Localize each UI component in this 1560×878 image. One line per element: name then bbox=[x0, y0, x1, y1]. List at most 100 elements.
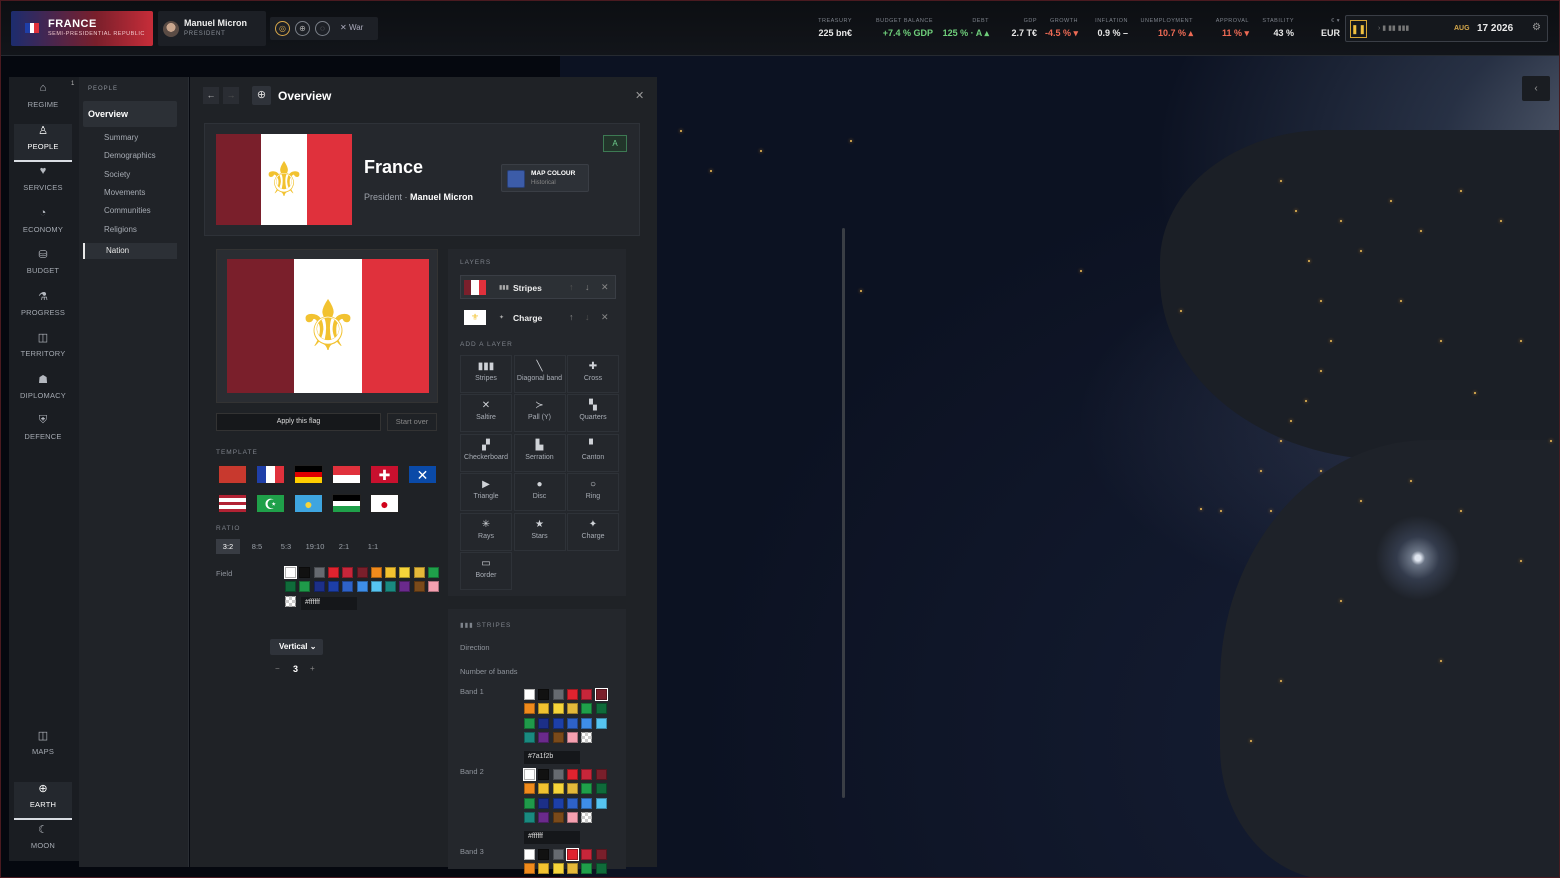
speed-icons[interactable]: › ▮ ▮▮ ▮▮▮ bbox=[1378, 24, 1409, 32]
color-swatch[interactable] bbox=[524, 797, 535, 809]
field-color-swatch[interactable] bbox=[313, 581, 325, 593]
color-swatch[interactable] bbox=[581, 783, 593, 795]
subnav-item-demographics[interactable]: Demographics bbox=[104, 151, 156, 160]
color-swatch[interactable] bbox=[595, 797, 607, 809]
color-swatch[interactable] bbox=[538, 769, 550, 780]
increment-button[interactable]: + bbox=[310, 664, 315, 673]
color-swatch[interactable] bbox=[581, 703, 593, 715]
field-color-swatch[interactable] bbox=[327, 567, 339, 578]
template-flag-france[interactable] bbox=[256, 465, 285, 484]
color-swatch[interactable] bbox=[595, 863, 607, 875]
color-swatch[interactable] bbox=[595, 849, 607, 860]
color-swatch[interactable] bbox=[552, 783, 564, 795]
back-arrow-icon[interactable]: ← bbox=[203, 87, 219, 104]
field-color-swatch[interactable] bbox=[370, 581, 382, 593]
color-swatch[interactable] bbox=[581, 849, 593, 860]
ratio-option[interactable]: 2:1 bbox=[332, 539, 356, 554]
color-swatch[interactable] bbox=[552, 717, 564, 729]
field-color-swatch[interactable] bbox=[428, 567, 439, 578]
color-swatch[interactable] bbox=[581, 689, 593, 700]
color-swatch[interactable] bbox=[523, 768, 536, 781]
color-swatch[interactable] bbox=[552, 731, 564, 743]
color-swatch[interactable] bbox=[566, 717, 578, 729]
field-color-swatch[interactable] bbox=[385, 581, 397, 593]
color-swatch[interactable] bbox=[538, 703, 550, 715]
move-down-icon[interactable]: ↓ bbox=[585, 282, 590, 292]
color-swatch[interactable] bbox=[524, 811, 535, 823]
settings-icon[interactable]: ◌ bbox=[315, 21, 330, 36]
ratio-option[interactable]: 5:3 bbox=[274, 539, 298, 554]
color-swatch[interactable] bbox=[566, 689, 578, 700]
field-color-swatch[interactable] bbox=[356, 581, 368, 593]
layer-charge[interactable]: ⚜ ✦ Charge ↑ ↓ ✕ bbox=[460, 305, 616, 329]
color-swatch[interactable] bbox=[566, 811, 578, 823]
sidebar-item-people[interactable]: ♙ PEOPLE bbox=[14, 123, 72, 162]
field-color-swatch[interactable] bbox=[399, 567, 411, 578]
color-swatch[interactable] bbox=[581, 731, 593, 743]
add-layer-rays[interactable]: ✳ Rays bbox=[460, 512, 512, 551]
color-swatch[interactable] bbox=[538, 849, 550, 860]
sidebar-item-regime[interactable]: ⌂ REGIME bbox=[14, 82, 72, 120]
color-swatch[interactable] bbox=[552, 811, 564, 823]
sidebar-item-services[interactable]: ♥ SERVICES bbox=[14, 165, 72, 203]
direction-dropdown[interactable]: Vertical ⌄ bbox=[270, 639, 323, 655]
color-swatch[interactable] bbox=[566, 769, 578, 780]
add-layer-stars[interactable]: ★ Stars bbox=[513, 512, 566, 551]
earth-globe-view[interactable] bbox=[560, 40, 1560, 878]
add-layer-stripes[interactable]: ▮▮▮ Stripes bbox=[460, 355, 512, 393]
subnav-item-summary[interactable]: Summary bbox=[104, 133, 138, 142]
move-down-icon[interactable]: ↓ bbox=[585, 312, 590, 322]
sidebar-item-budget[interactable]: ⛁ BUDGET bbox=[14, 248, 72, 286]
forward-arrow-icon[interactable]: → bbox=[223, 87, 239, 104]
field-color-swatch[interactable] bbox=[413, 581, 425, 593]
color-swatch[interactable] bbox=[524, 717, 535, 729]
template-flag-red[interactable] bbox=[218, 465, 247, 484]
field-hex-input[interactable]: #ffffff bbox=[301, 597, 357, 610]
add-layer-cross[interactable]: ✚ Cross bbox=[567, 355, 619, 393]
move-up-icon[interactable]: ↑ bbox=[569, 282, 574, 292]
ratio-option[interactable]: 3:2 bbox=[216, 539, 240, 554]
add-layer-quarters[interactable]: ▚ Quarters bbox=[567, 394, 619, 433]
template-flag-japan[interactable]: ● bbox=[370, 494, 399, 513]
template-flag-palestine[interactable] bbox=[332, 494, 361, 513]
delete-layer-icon[interactable]: ✕ bbox=[601, 312, 609, 323]
globe-icon[interactable]: ⊕ bbox=[295, 21, 310, 36]
add-layer-triangle[interactable]: ▶ Triangle bbox=[460, 473, 512, 512]
color-swatch[interactable] bbox=[595, 703, 607, 715]
template-flag-pakistan[interactable]: ☪ bbox=[256, 494, 285, 513]
sidebar-item-progress[interactable]: ⚗ PROGRESS bbox=[14, 290, 72, 328]
color-swatch[interactable] bbox=[595, 717, 607, 729]
subnav-item-movements[interactable]: Movements bbox=[104, 188, 145, 197]
color-swatch[interactable] bbox=[566, 703, 578, 715]
sidebar-item-defence[interactable]: ⛨ DEFENCE bbox=[14, 414, 72, 452]
add-layer-saltire[interactable]: ✕ Saltire bbox=[460, 394, 512, 433]
field-color-swatch[interactable] bbox=[327, 581, 339, 593]
color-swatch[interactable] bbox=[594, 688, 608, 701]
leader-card[interactable]: Manuel Micron PRESIDENT bbox=[158, 11, 266, 46]
subnav-overview[interactable]: Overview bbox=[83, 101, 177, 127]
ratio-option[interactable]: 19:10 bbox=[303, 539, 327, 554]
target-icon[interactable]: ◎ bbox=[275, 21, 290, 36]
color-swatch[interactable] bbox=[524, 703, 535, 715]
color-swatch[interactable] bbox=[565, 848, 579, 861]
map-colour-button[interactable]: MAP COLOUR Historical bbox=[501, 164, 589, 192]
template-flag-scotland[interactable]: ✕ bbox=[408, 465, 437, 484]
add-layer-border[interactable]: ▭ Border bbox=[460, 552, 512, 590]
sidebar-item-moon[interactable]: ☾ MOON bbox=[14, 823, 72, 861]
hex-input[interactable]: #ffffff bbox=[524, 831, 580, 844]
color-swatch[interactable] bbox=[552, 849, 564, 860]
color-swatch[interactable] bbox=[581, 769, 593, 780]
panel-scrollbar[interactable] bbox=[842, 228, 845, 798]
ratio-option[interactable]: 1:1 bbox=[361, 539, 385, 554]
add-layer-diagonal-band[interactable]: ╲ Diagonal band bbox=[513, 355, 566, 393]
sidebar-item-economy[interactable]: ◔ ECONOMY bbox=[14, 207, 72, 245]
decrement-button[interactable]: − bbox=[275, 664, 280, 673]
subnav-item-communities[interactable]: Communities bbox=[104, 206, 151, 215]
template-flag-germany[interactable] bbox=[294, 465, 323, 484]
field-color-swatch[interactable] bbox=[284, 566, 297, 579]
color-swatch[interactable] bbox=[538, 689, 550, 700]
color-swatch[interactable] bbox=[566, 863, 578, 875]
color-swatch[interactable] bbox=[524, 689, 535, 700]
color-swatch[interactable] bbox=[566, 797, 578, 809]
color-swatch[interactable] bbox=[566, 731, 578, 743]
